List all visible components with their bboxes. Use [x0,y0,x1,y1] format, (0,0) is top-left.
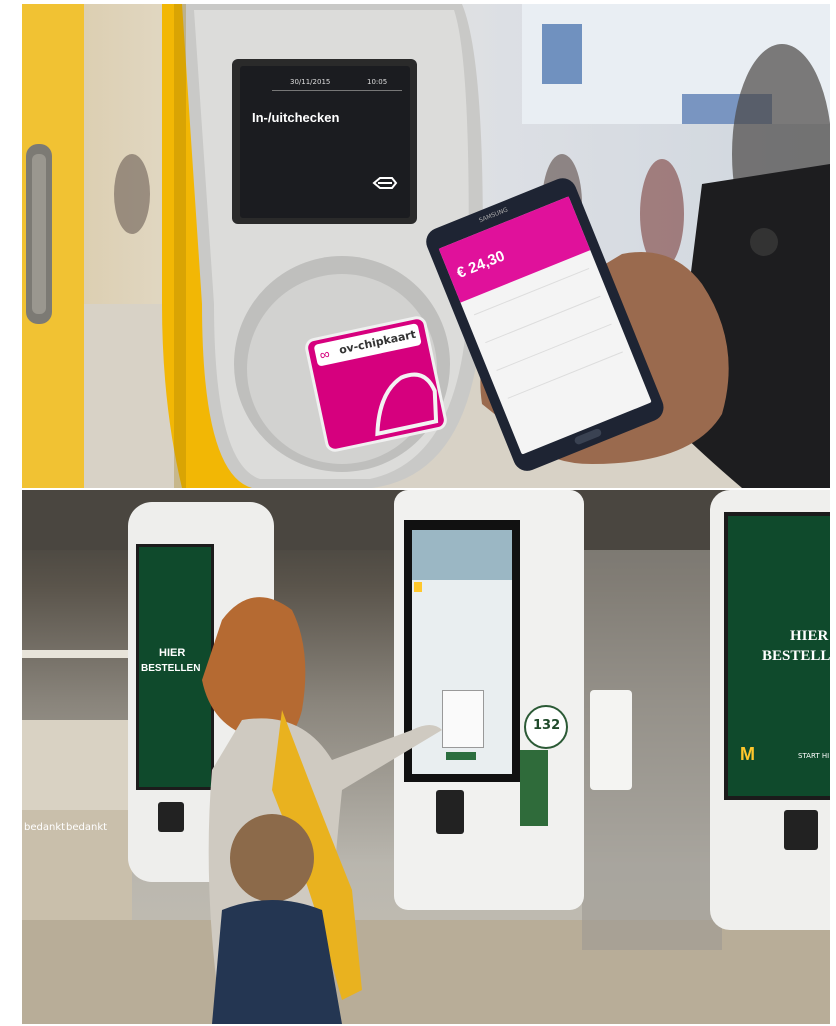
counter-label: bedankt [66,822,108,833]
kiosk-right: HIER BESTELLEN M START HI [710,490,830,930]
reader-time: 10:05 [367,78,388,86]
kiosk-right-title-1: HIER [790,628,829,644]
kiosk-right-title-2: BESTELLEN [762,648,830,664]
ov-chipkaart-card-graphic: ∞ ov-chipkaart [303,314,449,454]
ov-logo-icon: ∞ [318,345,332,363]
reader-date: 30/11/2015 [290,78,331,86]
ov-chipkaart-label: ov-chipkaart [337,327,417,357]
app-balance: € 24,30 [454,247,508,282]
kiosk-right-screen: HIER BESTELLEN M START HI [724,512,830,800]
ns-logo-icon [372,176,398,190]
reader-screen-message: In-/uitchecken [252,110,340,125]
kiosk-right-start-label: START HI [798,752,830,760]
brochure-holder [520,750,548,826]
bottom-photo-mcdonalds-kiosks: bedankt bedankt HIER BESTELLEN 132 HIER [22,490,830,1024]
brochure-rack [590,690,632,790]
counter-label: bedankt [24,822,66,833]
mcdonalds-logo: M [740,744,755,764]
payment-terminal [784,810,818,850]
child-customer [212,814,342,1024]
hand-tap-icon [375,372,439,437]
payment-terminal [158,802,184,832]
kiosk-badge: 132 [524,705,568,749]
kiosk-badge-number: 132 [533,718,561,733]
top-photo-ov-chipkaart: 30/11/2015 10:05 In-/uitchecken ∞ ov-chi… [22,4,830,488]
screen-banner [412,530,512,580]
reader-screen-header: 30/11/2015 10:05 [272,76,402,91]
